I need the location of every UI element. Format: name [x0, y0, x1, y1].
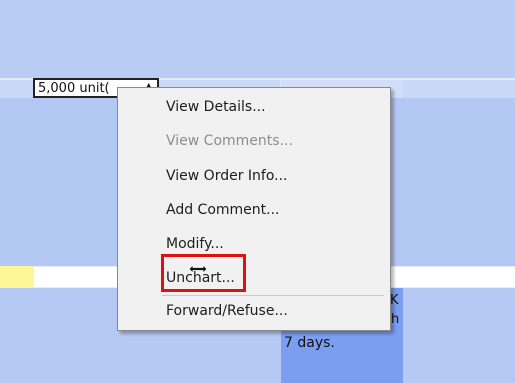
menu-item-view-order-info[interactable]: View Order Info...	[166, 165, 288, 187]
menu-item-forward-refuse[interactable]: Forward/Refuse...	[166, 300, 288, 322]
context-menu: View Details... View Comments... View Or…	[117, 87, 391, 331]
menu-separator	[162, 295, 384, 296]
order-bar-text: K	[390, 293, 399, 308]
order-bar-text-2: h	[391, 312, 400, 327]
chart-header-band	[0, 0, 515, 78]
menu-item-view-details[interactable]: View Details...	[166, 96, 266, 118]
row-marker[interactable]	[0, 266, 34, 288]
menu-item-modify[interactable]: Modify...	[166, 233, 224, 255]
unit-quantity-label: 5,000 unit(	[38, 81, 110, 96]
menu-item-add-comment[interactable]: Add Comment...	[166, 199, 280, 221]
menu-item-view-comments[interactable]: View Comments...	[166, 130, 293, 152]
order-duration-label: 7 days.	[284, 335, 335, 351]
move-cursor-icon	[188, 264, 208, 274]
